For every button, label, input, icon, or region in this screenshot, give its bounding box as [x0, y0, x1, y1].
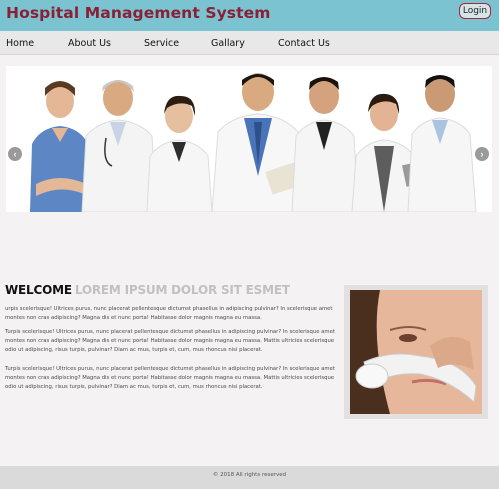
main-nav: Home About Us Service Gallary Contact Us: [0, 31, 499, 55]
nav-item-about-us[interactable]: About Us: [68, 38, 111, 49]
slider-next-button[interactable]: ›: [475, 147, 489, 161]
nav-item-service[interactable]: Service: [144, 38, 179, 49]
body-paragraph-1: urpis scelerisque! Ultrices purus, nunc …: [5, 306, 333, 321]
welcome-heading-light: LOREM IPSUM DOLOR SIT ESMET: [74, 283, 290, 297]
feature-photo-frame: [344, 285, 488, 419]
doctors-group-image: [6, 66, 492, 212]
body-paragraph-3: Turpis scelerisque! Ultrices purus, nunc…: [5, 366, 335, 390]
login-button[interactable]: Login: [459, 3, 491, 19]
site-title: Hospital Management System: [6, 4, 271, 22]
welcome-heading-dark: WELCOME: [5, 283, 72, 297]
image-slider: ‹ ›: [6, 66, 492, 212]
welcome-heading: WELCOME LOREM IPSUM DOLOR SIT ESMET: [5, 283, 290, 297]
nav-item-contact-us[interactable]: Contact Us: [278, 38, 330, 49]
copyright-text: © 2018 All rights reserved: [212, 472, 287, 478]
nav-item-home[interactable]: Home: [6, 38, 34, 49]
nav-item-gallary[interactable]: Gallary: [211, 38, 245, 49]
body-paragraph-2: Turpis scelerisque! Ultrices purus, nunc…: [5, 329, 335, 353]
phone-woman-image: [350, 290, 482, 414]
slider-prev-button[interactable]: ‹: [8, 147, 22, 161]
site-footer: © 2018 All rights reserved: [0, 466, 499, 489]
site-header: Hospital Management System Login: [0, 0, 499, 31]
